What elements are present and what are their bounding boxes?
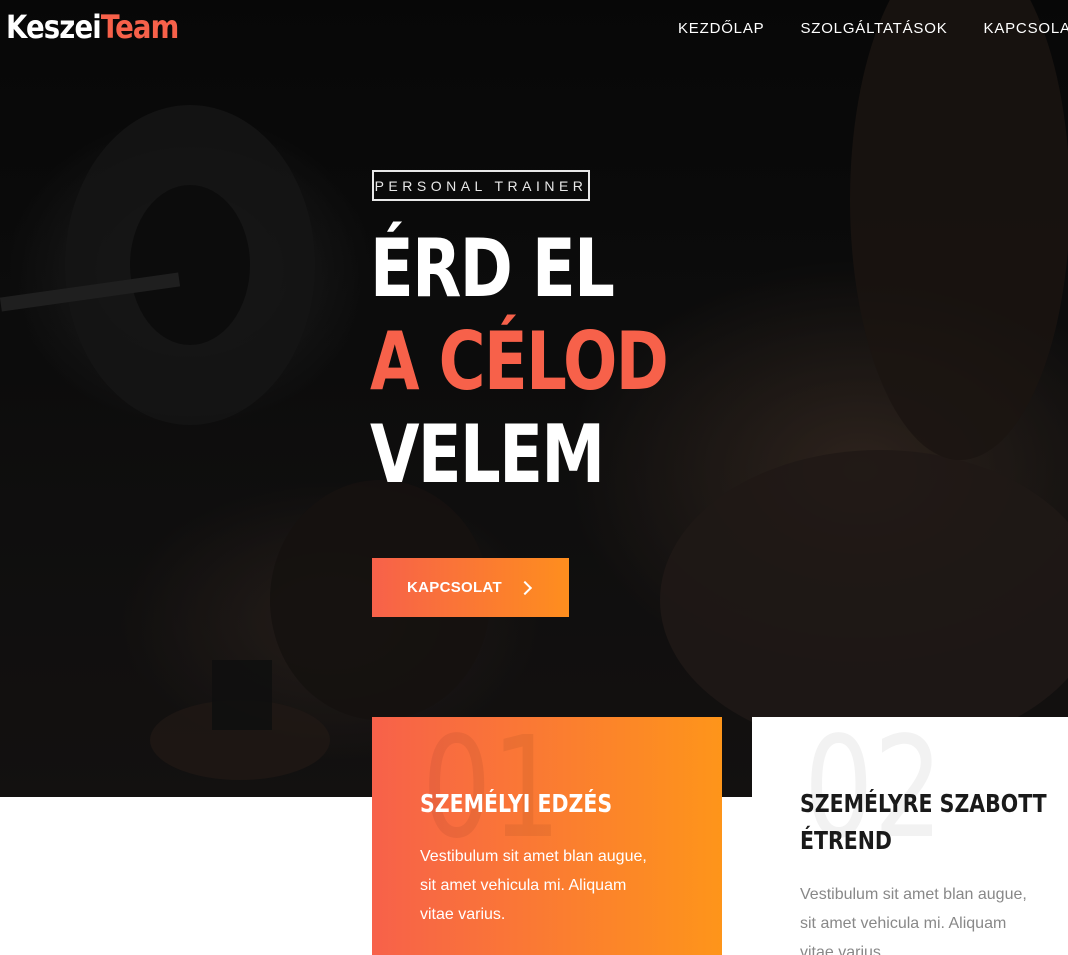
hero-section: KeszeiTeam KEZDŐLAP SZOLGÁLTATÁSOK KAPCS… bbox=[0, 0, 1068, 797]
logo-text-accent: Team bbox=[100, 8, 179, 46]
service-card-title: SZEMÉLYRE SZABOTT ÉTREND bbox=[800, 785, 1047, 859]
service-card-title-line-2: ÉTREND bbox=[800, 826, 892, 855]
service-card-title: SZEMÉLYI EDZÉS bbox=[420, 785, 612, 822]
service-card-diet-plan[interactable]: 02 SZEMÉLYRE SZABOTT ÉTREND Vestibulum s… bbox=[752, 717, 1068, 955]
service-card-text: Vestibulum sit amet blan augue, sit amet… bbox=[420, 848, 647, 923]
service-card-title-line-1: SZEMÉLYRE SZABOTT bbox=[800, 789, 1047, 818]
site-logo[interactable]: KeszeiTeam bbox=[6, 8, 179, 46]
service-card-title-line-1: SZEMÉLYI EDZÉS bbox=[420, 789, 613, 818]
nav-item-services[interactable]: SZOLGÁLTATÁSOK bbox=[800, 20, 947, 37]
headline-line-3: VELEM bbox=[370, 408, 605, 501]
headline-line-1: ÉRD EL bbox=[370, 222, 615, 315]
hero-tag: PERSONAL TRAINER bbox=[372, 170, 590, 201]
service-card-personal-training[interactable]: 01 SZEMÉLYI EDZÉS Vestibulum sit amet bl… bbox=[372, 717, 722, 955]
nav-item-contact[interactable]: KAPCSOLA bbox=[984, 20, 1068, 37]
nav-item-home[interactable]: KEZDŐLAP bbox=[678, 20, 764, 37]
contact-button-label: KAPCSOLAT bbox=[407, 579, 502, 596]
chevron-right-icon bbox=[517, 580, 532, 595]
main-nav: KEZDŐLAP SZOLGÁLTATÁSOK KAPCSOLA bbox=[678, 20, 1068, 37]
service-card-text: Vestibulum sit amet blan augue, sit amet… bbox=[800, 886, 1027, 955]
contact-button[interactable]: KAPCSOLAT bbox=[372, 558, 569, 617]
logo-text-primary: Keszei bbox=[6, 8, 102, 46]
headline-line-2: A CÉLOD bbox=[370, 315, 669, 408]
hero-headline: ÉRD EL A CÉLOD VELEM bbox=[370, 222, 669, 501]
